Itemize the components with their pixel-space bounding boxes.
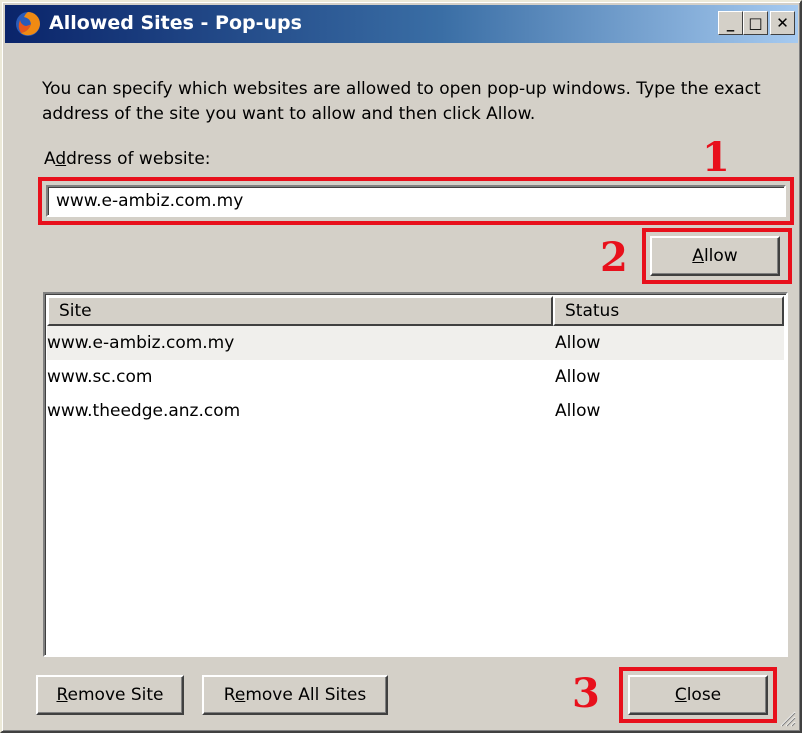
allowed-sites-dialog: Allowed Sites - Pop-ups _ □ ✕ You can sp… — [0, 0, 802, 733]
site-row[interactable]: www.theedge.anz.com Allow — [47, 394, 784, 428]
title-bar[interactable]: Allowed Sites - Pop-ups _ □ ✕ — [5, 5, 798, 43]
site-row[interactable]: www.sc.com Allow — [47, 360, 784, 394]
site-cell: www.sc.com — [47, 367, 153, 387]
description-text: You can specify which websites are allow… — [42, 79, 761, 124]
close-icon: ✕ — [776, 14, 789, 32]
close-window-button[interactable]: ✕ — [770, 11, 795, 35]
close-button[interactable]: Close — [628, 675, 768, 715]
site-row[interactable]: www.e-ambiz.com.my Allow — [47, 326, 784, 360]
status-cell: Allow — [555, 401, 601, 421]
firefox-icon — [16, 12, 40, 36]
minimize-icon: _ — [726, 14, 735, 32]
window-title: Allowed Sites - Pop-ups — [49, 12, 302, 34]
status-cell: Allow — [555, 367, 601, 387]
annotation-number-2: 2 — [600, 234, 628, 281]
address-label: Address of website: — [44, 149, 211, 169]
column-header-status[interactable]: Status — [553, 296, 784, 326]
maximize-icon: □ — [748, 14, 763, 32]
remove-site-button[interactable]: Remove Site — [36, 675, 184, 715]
remove-all-sites-button[interactable]: Remove All Sites — [202, 675, 388, 715]
site-cell: www.theedge.anz.com — [47, 401, 241, 421]
list-header: Site Status — [47, 296, 784, 326]
site-cell: www.e-ambiz.com.my — [47, 333, 235, 353]
status-cell: Allow — [555, 333, 601, 353]
allow-button[interactable]: Allow — [650, 236, 780, 276]
address-input[interactable] — [46, 185, 786, 217]
resize-grip-icon[interactable] — [778, 709, 796, 727]
maximize-button[interactable]: □ — [743, 11, 768, 35]
column-header-site[interactable]: Site — [47, 296, 553, 326]
minimize-button[interactable]: _ — [718, 11, 743, 35]
annotation-number-3: 3 — [572, 670, 600, 717]
annotation-number-1: 1 — [702, 134, 730, 181]
allowed-sites-list[interactable]: Site Status www.e-ambiz.com.my Allow www… — [43, 292, 788, 657]
